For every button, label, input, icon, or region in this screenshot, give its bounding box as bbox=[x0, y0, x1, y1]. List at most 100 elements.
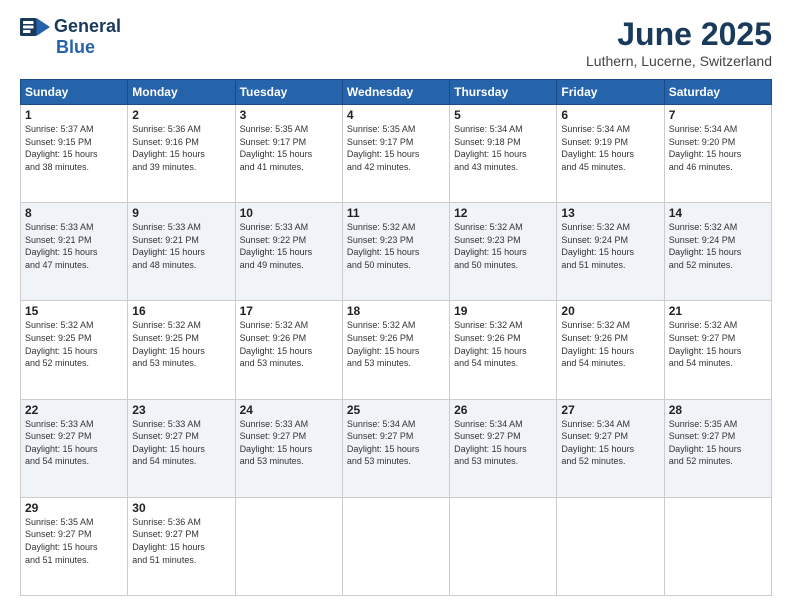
day-number: 5 bbox=[454, 108, 552, 122]
col-wednesday: Wednesday bbox=[342, 80, 449, 105]
table-cell: 19Sunrise: 5:32 AM Sunset: 9:26 PM Dayli… bbox=[450, 301, 557, 399]
day-number: 29 bbox=[25, 501, 123, 515]
day-info: Sunrise: 5:35 AM Sunset: 9:17 PM Dayligh… bbox=[347, 123, 445, 173]
day-number: 13 bbox=[561, 206, 659, 220]
day-info: Sunrise: 5:36 AM Sunset: 9:27 PM Dayligh… bbox=[132, 516, 230, 566]
day-number: 12 bbox=[454, 206, 552, 220]
day-number: 24 bbox=[240, 403, 338, 417]
table-cell bbox=[557, 497, 664, 595]
calendar-row: 29Sunrise: 5:35 AM Sunset: 9:27 PM Dayli… bbox=[21, 497, 772, 595]
table-cell: 18Sunrise: 5:32 AM Sunset: 9:26 PM Dayli… bbox=[342, 301, 449, 399]
day-number: 27 bbox=[561, 403, 659, 417]
col-friday: Friday bbox=[557, 80, 664, 105]
day-info: Sunrise: 5:33 AM Sunset: 9:27 PM Dayligh… bbox=[25, 418, 123, 468]
calendar-row: 1Sunrise: 5:37 AM Sunset: 9:15 PM Daylig… bbox=[21, 105, 772, 203]
day-info: Sunrise: 5:32 AM Sunset: 9:25 PM Dayligh… bbox=[25, 319, 123, 369]
table-cell: 30Sunrise: 5:36 AM Sunset: 9:27 PM Dayli… bbox=[128, 497, 235, 595]
day-number: 4 bbox=[347, 108, 445, 122]
table-cell: 2Sunrise: 5:36 AM Sunset: 9:16 PM Daylig… bbox=[128, 105, 235, 203]
table-cell: 27Sunrise: 5:34 AM Sunset: 9:27 PM Dayli… bbox=[557, 399, 664, 497]
day-number: 19 bbox=[454, 304, 552, 318]
table-cell: 17Sunrise: 5:32 AM Sunset: 9:26 PM Dayli… bbox=[235, 301, 342, 399]
table-cell: 9Sunrise: 5:33 AM Sunset: 9:21 PM Daylig… bbox=[128, 203, 235, 301]
day-info: Sunrise: 5:32 AM Sunset: 9:24 PM Dayligh… bbox=[669, 221, 767, 271]
table-cell: 16Sunrise: 5:32 AM Sunset: 9:25 PM Dayli… bbox=[128, 301, 235, 399]
logo-text-blue: Blue bbox=[56, 37, 95, 58]
logo-text-general: General bbox=[54, 16, 121, 37]
day-number: 22 bbox=[25, 403, 123, 417]
table-cell bbox=[342, 497, 449, 595]
page: General Blue June 2025 Luthern, Lucerne,… bbox=[0, 0, 792, 612]
table-cell: 23Sunrise: 5:33 AM Sunset: 9:27 PM Dayli… bbox=[128, 399, 235, 497]
day-number: 30 bbox=[132, 501, 230, 515]
day-info: Sunrise: 5:32 AM Sunset: 9:26 PM Dayligh… bbox=[240, 319, 338, 369]
col-saturday: Saturday bbox=[664, 80, 771, 105]
day-number: 17 bbox=[240, 304, 338, 318]
day-number: 15 bbox=[25, 304, 123, 318]
day-number: 28 bbox=[669, 403, 767, 417]
table-cell: 22Sunrise: 5:33 AM Sunset: 9:27 PM Dayli… bbox=[21, 399, 128, 497]
day-number: 26 bbox=[454, 403, 552, 417]
calendar-table: Sunday Monday Tuesday Wednesday Thursday… bbox=[20, 79, 772, 596]
table-cell: 21Sunrise: 5:32 AM Sunset: 9:27 PM Dayli… bbox=[664, 301, 771, 399]
table-cell: 10Sunrise: 5:33 AM Sunset: 9:22 PM Dayli… bbox=[235, 203, 342, 301]
day-info: Sunrise: 5:33 AM Sunset: 9:27 PM Dayligh… bbox=[240, 418, 338, 468]
location-subtitle: Luthern, Lucerne, Switzerland bbox=[586, 53, 772, 69]
day-number: 14 bbox=[669, 206, 767, 220]
day-number: 21 bbox=[669, 304, 767, 318]
day-number: 6 bbox=[561, 108, 659, 122]
day-info: Sunrise: 5:32 AM Sunset: 9:26 PM Dayligh… bbox=[347, 319, 445, 369]
table-cell: 8Sunrise: 5:33 AM Sunset: 9:21 PM Daylig… bbox=[21, 203, 128, 301]
header: General Blue June 2025 Luthern, Lucerne,… bbox=[20, 16, 772, 69]
table-cell bbox=[235, 497, 342, 595]
table-cell: 25Sunrise: 5:34 AM Sunset: 9:27 PM Dayli… bbox=[342, 399, 449, 497]
day-info: Sunrise: 5:33 AM Sunset: 9:21 PM Dayligh… bbox=[25, 221, 123, 271]
col-thursday: Thursday bbox=[450, 80, 557, 105]
day-number: 2 bbox=[132, 108, 230, 122]
day-number: 9 bbox=[132, 206, 230, 220]
day-info: Sunrise: 5:33 AM Sunset: 9:27 PM Dayligh… bbox=[132, 418, 230, 468]
day-number: 3 bbox=[240, 108, 338, 122]
calendar-row: 22Sunrise: 5:33 AM Sunset: 9:27 PM Dayli… bbox=[21, 399, 772, 497]
table-cell: 7Sunrise: 5:34 AM Sunset: 9:20 PM Daylig… bbox=[664, 105, 771, 203]
day-info: Sunrise: 5:32 AM Sunset: 9:27 PM Dayligh… bbox=[669, 319, 767, 369]
day-info: Sunrise: 5:34 AM Sunset: 9:27 PM Dayligh… bbox=[454, 418, 552, 468]
table-cell bbox=[450, 497, 557, 595]
day-number: 11 bbox=[347, 206, 445, 220]
table-cell: 12Sunrise: 5:32 AM Sunset: 9:23 PM Dayli… bbox=[450, 203, 557, 301]
calendar-row: 8Sunrise: 5:33 AM Sunset: 9:21 PM Daylig… bbox=[21, 203, 772, 301]
table-cell: 6Sunrise: 5:34 AM Sunset: 9:19 PM Daylig… bbox=[557, 105, 664, 203]
day-number: 23 bbox=[132, 403, 230, 417]
day-info: Sunrise: 5:32 AM Sunset: 9:24 PM Dayligh… bbox=[561, 221, 659, 271]
calendar-header-row: Sunday Monday Tuesday Wednesday Thursday… bbox=[21, 80, 772, 105]
day-number: 8 bbox=[25, 206, 123, 220]
day-info: Sunrise: 5:36 AM Sunset: 9:16 PM Dayligh… bbox=[132, 123, 230, 173]
day-info: Sunrise: 5:34 AM Sunset: 9:19 PM Dayligh… bbox=[561, 123, 659, 173]
table-cell: 11Sunrise: 5:32 AM Sunset: 9:23 PM Dayli… bbox=[342, 203, 449, 301]
table-cell: 4Sunrise: 5:35 AM Sunset: 9:17 PM Daylig… bbox=[342, 105, 449, 203]
day-number: 25 bbox=[347, 403, 445, 417]
day-info: Sunrise: 5:32 AM Sunset: 9:23 PM Dayligh… bbox=[454, 221, 552, 271]
calendar-row: 15Sunrise: 5:32 AM Sunset: 9:25 PM Dayli… bbox=[21, 301, 772, 399]
table-cell: 3Sunrise: 5:35 AM Sunset: 9:17 PM Daylig… bbox=[235, 105, 342, 203]
day-number: 7 bbox=[669, 108, 767, 122]
table-cell bbox=[664, 497, 771, 595]
table-cell: 15Sunrise: 5:32 AM Sunset: 9:25 PM Dayli… bbox=[21, 301, 128, 399]
logo: General Blue bbox=[20, 16, 121, 58]
logo-icon bbox=[20, 18, 50, 36]
day-info: Sunrise: 5:33 AM Sunset: 9:21 PM Dayligh… bbox=[132, 221, 230, 271]
day-number: 1 bbox=[25, 108, 123, 122]
table-cell: 5Sunrise: 5:34 AM Sunset: 9:18 PM Daylig… bbox=[450, 105, 557, 203]
day-info: Sunrise: 5:33 AM Sunset: 9:22 PM Dayligh… bbox=[240, 221, 338, 271]
col-tuesday: Tuesday bbox=[235, 80, 342, 105]
day-number: 16 bbox=[132, 304, 230, 318]
table-cell: 1Sunrise: 5:37 AM Sunset: 9:15 PM Daylig… bbox=[21, 105, 128, 203]
day-number: 20 bbox=[561, 304, 659, 318]
table-cell: 13Sunrise: 5:32 AM Sunset: 9:24 PM Dayli… bbox=[557, 203, 664, 301]
day-info: Sunrise: 5:32 AM Sunset: 9:25 PM Dayligh… bbox=[132, 319, 230, 369]
col-monday: Monday bbox=[128, 80, 235, 105]
table-cell: 14Sunrise: 5:32 AM Sunset: 9:24 PM Dayli… bbox=[664, 203, 771, 301]
table-cell: 24Sunrise: 5:33 AM Sunset: 9:27 PM Dayli… bbox=[235, 399, 342, 497]
month-title: June 2025 bbox=[586, 16, 772, 53]
day-info: Sunrise: 5:35 AM Sunset: 9:17 PM Dayligh… bbox=[240, 123, 338, 173]
